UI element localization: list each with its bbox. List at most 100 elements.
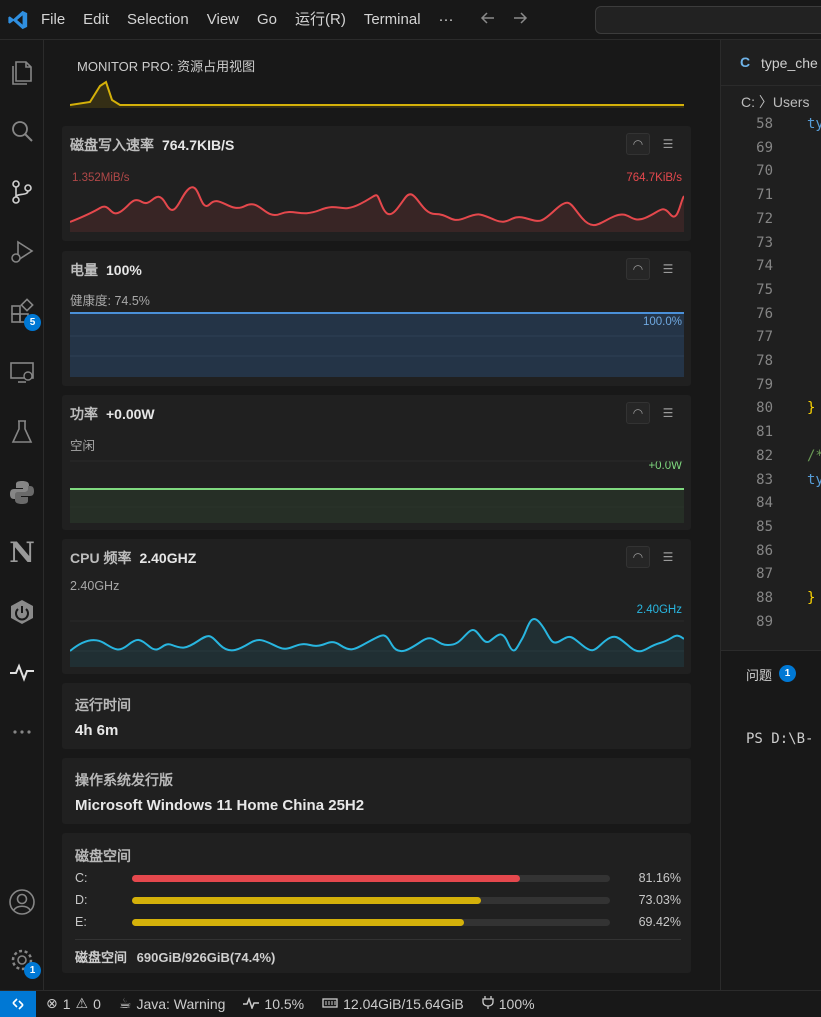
battery-status[interactable]: 100% xyxy=(482,995,535,1012)
usage-percent: 73.03% xyxy=(638,893,681,907)
monitor-pulse-icon[interactable] xyxy=(0,650,44,694)
refresh-icon[interactable]: ◠ xyxy=(626,258,650,280)
disk-write-value: 764.7KIB/S xyxy=(162,137,235,153)
menu-go[interactable]: Go xyxy=(248,0,286,40)
java-status-text: Java: Warning xyxy=(136,995,226,1012)
remote-indicator-icon[interactable] xyxy=(0,990,36,1017)
list-icon[interactable]: ☰ xyxy=(656,133,680,155)
forward-arrow-icon[interactable] xyxy=(511,9,529,30)
title-bar: File Edit Selection View Go 运行(R) Termin… xyxy=(0,0,821,40)
cpu-frequency-title: CPU 频率 2.40GHZ xyxy=(70,548,196,568)
memory-chip-icon xyxy=(322,996,338,1012)
account-icon[interactable] xyxy=(0,880,44,924)
usage-fill xyxy=(132,875,520,882)
breadcrumb[interactable]: C: 〉Users xyxy=(741,92,809,112)
cpu-frequency-value: 2.40GHZ xyxy=(139,550,197,566)
line-number: 83 xyxy=(756,471,773,488)
line-number: 88 xyxy=(756,590,773,606)
activity-bar: 5 N 1 xyxy=(0,40,44,990)
disk-space-card: 磁盘空间 C: 81.16% D: 73.03% E: 69.42% 磁盘空间 … xyxy=(62,833,691,973)
line-number: 86 xyxy=(756,542,773,559)
line-number: 78 xyxy=(756,353,773,369)
source-control-icon[interactable] xyxy=(0,170,44,214)
cpu-frequency-label: CPU 频率 xyxy=(70,550,132,566)
terminal-prompt[interactable]: PS D:\B- xyxy=(746,731,813,747)
notion-icon[interactable]: N xyxy=(0,530,44,574)
remote-explorer-icon[interactable] xyxy=(0,350,44,394)
line-number: 71 xyxy=(756,187,773,204)
refresh-icon[interactable]: ◠ xyxy=(626,133,650,155)
menu-more[interactable]: ··· xyxy=(430,0,463,40)
search-icon[interactable] xyxy=(0,110,44,154)
memory-usage-text: 12.04GiB/15.64GiB xyxy=(343,995,464,1012)
cpu-status[interactable]: 10.5% xyxy=(243,996,304,1012)
monitor-pro-sidebar: MONITOR PRO: 资源占用视图 磁盘写入速率 764.7KIB/S ◠ ☰… xyxy=(44,40,721,990)
explorer-icon[interactable] xyxy=(0,50,44,94)
disk-write-current-label: 764.7KiB/s xyxy=(626,172,682,184)
menu-run[interactable]: 运行(R) xyxy=(286,0,355,40)
disk-write-title: 磁盘写入速率 764.7KIB/S xyxy=(70,135,234,155)
refresh-icon[interactable]: ◠ xyxy=(626,402,650,424)
line-number: 84 xyxy=(756,495,773,512)
vscode-logo-icon xyxy=(4,6,32,34)
battery-current-label: 100.0% xyxy=(642,316,682,328)
cpu-frequency-card: CPU 频率 2.40GHZ ◠ ☰ 2.40GHz 2.40GHz xyxy=(62,539,691,674)
code-text[interactable]: } xyxy=(807,590,815,606)
testing-flask-icon[interactable] xyxy=(0,410,44,454)
run-debug-icon[interactable] xyxy=(0,230,44,274)
usage-track xyxy=(132,897,610,904)
menu-terminal[interactable]: Terminal xyxy=(355,0,430,40)
os-label: 操作系统发行版 xyxy=(75,772,173,788)
line-number: 72 xyxy=(756,210,773,227)
power-hexagon-icon[interactable] xyxy=(0,590,44,634)
line-number: 70 xyxy=(756,163,773,180)
uptime-card: 运行时间 4h 6m xyxy=(62,683,691,749)
bottom-panel: 问题 1 PS D:\B- xyxy=(721,650,821,990)
drive-name: E: xyxy=(75,915,87,929)
problems-status[interactable]: ⊗ 1 ⚠ 0 xyxy=(46,995,101,1012)
error-icon: ⊗ xyxy=(46,995,58,1011)
line-number: 69 xyxy=(756,139,773,156)
list-icon[interactable]: ☰ xyxy=(656,546,680,568)
code-text[interactable]: ty xyxy=(807,116,821,132)
editor-tab[interactable]: C type_che xyxy=(721,40,821,86)
power-title: 功率 +0.00W xyxy=(70,404,155,424)
code-text[interactable]: /* xyxy=(807,448,821,464)
menu-edit[interactable]: Edit xyxy=(74,0,118,40)
plug-icon xyxy=(482,995,494,1012)
tab-filename: type_che xyxy=(761,55,818,71)
more-icon[interactable] xyxy=(0,710,44,754)
command-center-search[interactable] xyxy=(595,6,821,34)
menu-view[interactable]: View xyxy=(198,0,248,40)
memory-status[interactable]: 12.04GiB/15.64GiB xyxy=(322,996,464,1012)
code-text[interactable]: } xyxy=(807,400,815,416)
divider xyxy=(75,939,681,940)
java-status[interactable]: ☕ Java: Warning xyxy=(119,995,226,1012)
menu-file[interactable]: File xyxy=(32,0,74,40)
sidebar-title: MONITOR PRO: 资源占用视图 xyxy=(77,59,256,74)
disk-row-d: D: 73.03% xyxy=(75,893,681,909)
problems-tab[interactable]: 问题 xyxy=(746,665,772,684)
code-text[interactable]: ty xyxy=(807,472,821,488)
uptime-label: 运行时间 xyxy=(75,697,131,713)
svg-text:N: N xyxy=(9,537,35,567)
line-number: 87 xyxy=(756,566,773,583)
list-icon[interactable]: ☰ xyxy=(656,402,680,424)
warning-icon: ⚠ xyxy=(75,995,89,1011)
pulse-icon xyxy=(243,996,260,1012)
python-icon[interactable] xyxy=(0,470,44,514)
settings-gear-icon[interactable]: 1 xyxy=(0,938,44,982)
disk-space-summary-value: 690GiB/926GiB(74.4%) xyxy=(136,950,276,965)
extensions-icon[interactable]: 5 xyxy=(0,290,44,334)
line-number: 79 xyxy=(756,376,773,393)
line-number: 80 xyxy=(756,400,773,417)
refresh-icon[interactable]: ◠ xyxy=(626,546,650,568)
c-file-icon: C xyxy=(740,54,751,70)
warning-count: 0 xyxy=(93,995,101,1012)
menu-selection[interactable]: Selection xyxy=(118,0,198,40)
line-number: 58 xyxy=(756,116,773,132)
list-icon[interactable]: ☰ xyxy=(656,258,680,280)
power-state: 空闲 xyxy=(70,439,96,453)
cpu-usage-text: 10.5% xyxy=(264,995,305,1012)
back-arrow-icon[interactable] xyxy=(479,9,497,30)
